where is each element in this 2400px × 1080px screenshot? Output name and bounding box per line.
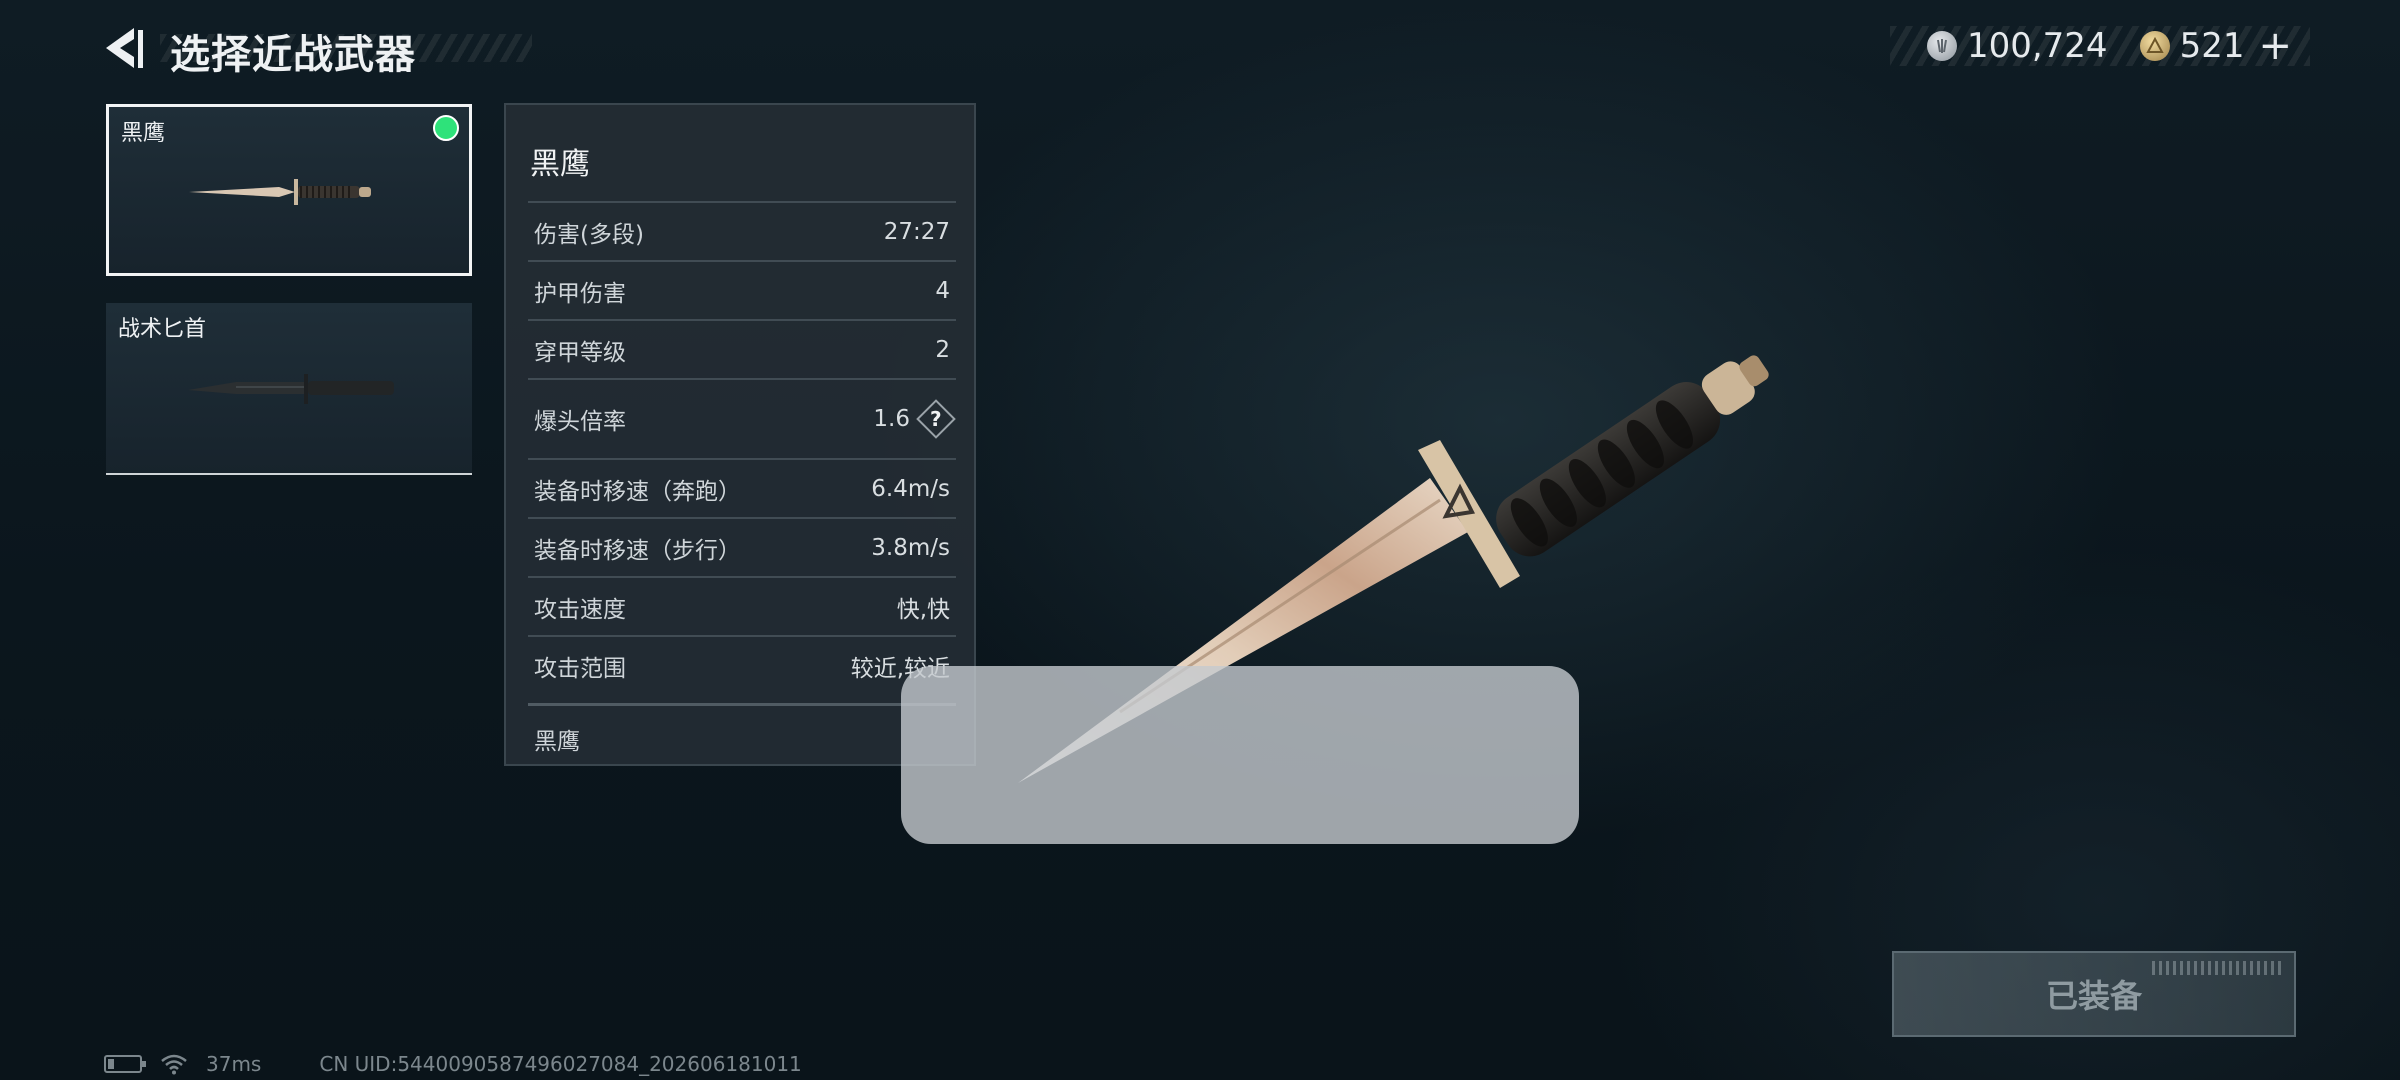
add-currency-button[interactable]: + [2258, 26, 2292, 66]
weapon-card-label: 战术匕首 [118, 317, 207, 342]
stat-value: 6.4m/s [871, 475, 950, 502]
back-button[interactable] [100, 24, 148, 72]
stat-value: 1.6 [873, 406, 910, 432]
weapon-card-tactical-dagger[interactable]: 战术匕首 [106, 303, 472, 475]
weapon-stats-panel: 黑鹰 伤害(多段) 27:27 护甲伤害 4 穿甲等级 2 爆头倍率 1.6 ? [504, 103, 976, 766]
stat-value: 2 [935, 336, 950, 363]
stat-label: 装备时移速（步行） [534, 537, 741, 564]
silver-currency-value: 100,724 [1966, 26, 2108, 66]
stat-value: 4 [935, 277, 950, 304]
currency-bar: 100,724 521 + [1890, 26, 2310, 66]
stat-row-attack-speed: 攻击速度 快,快 [528, 576, 956, 635]
stat-value: 3.8m/s [871, 534, 950, 561]
silver-coin-icon [1926, 31, 1957, 61]
stat-row-attack-range: 攻击范围 较近,较近 [528, 635, 956, 694]
heiying-knife-thumbnail [189, 179, 371, 205]
status-bar: 37ms CN UID:5440090587496027084_20260618… [104, 1052, 802, 1076]
stat-label: 装备时移速（奔跑） [534, 478, 741, 505]
equipped-indicator [433, 115, 459, 141]
button-decoration [2152, 961, 2282, 975]
card-divider [106, 473, 472, 475]
stat-row-headshot: 爆头倍率 1.6 ? [528, 378, 956, 458]
page-title: 选择近战武器 [170, 32, 416, 78]
stat-value-group: 1.6 ? [873, 399, 956, 439]
battery-icon [104, 1055, 146, 1073]
equipped-button[interactable]: 已装备 [1892, 951, 2296, 1037]
stat-label: 攻击范围 [534, 655, 626, 682]
help-icon-glyph: ? [930, 406, 942, 431]
ping-value: 37ms [206, 1052, 262, 1076]
equipped-button-label: 已装备 [2045, 977, 2142, 1015]
stat-row-penetration: 穿甲等级 2 [528, 319, 956, 378]
stat-row-armor-damage: 护甲伤害 4 [528, 260, 956, 319]
tactical-dagger-thumbnail [188, 374, 394, 404]
stat-value: 27:27 [883, 218, 950, 245]
stats-footer-name: 黑鹰 [528, 703, 956, 756]
wifi-icon [161, 1054, 187, 1075]
stat-label: 穿甲等级 [534, 339, 626, 366]
weapon-card-heiying[interactable]: 黑鹰 [106, 104, 472, 276]
stat-row-damage: 伤害(多段) 27:27 [528, 201, 956, 260]
stats-list: 伤害(多段) 27:27 护甲伤害 4 穿甲等级 2 爆头倍率 1.6 ? 装备… [528, 201, 956, 694]
toast-overlay [901, 666, 1579, 844]
game-screen: 选择近战武器 100,724 521 + 黑鹰 战术匕首 黑鹰 伤害(多段) 2… [0, 0, 2400, 1080]
stat-label: 伤害(多段) [534, 221, 644, 248]
gold-currency-value: 521 [2179, 26, 2245, 66]
stat-label: 爆头倍率 [534, 409, 626, 435]
weapon-card-label: 黑鹰 [121, 121, 166, 146]
player-uid: CN UID:5440090587496027084_202606181011 [319, 1052, 802, 1076]
stat-row-run-speed: 装备时移速（奔跑） 6.4m/s [528, 458, 956, 517]
stat-label: 护甲伤害 [534, 280, 626, 307]
stats-title: 黑鹰 [530, 147, 590, 182]
stat-label: 攻击速度 [534, 596, 626, 623]
gold-coin-icon [2139, 31, 2170, 61]
stat-value: 快,快 [896, 596, 950, 623]
stat-row-walk-speed: 装备时移速（步行） 3.8m/s [528, 517, 956, 576]
help-icon[interactable]: ? [916, 399, 956, 439]
back-arrow-icon [106, 28, 143, 68]
